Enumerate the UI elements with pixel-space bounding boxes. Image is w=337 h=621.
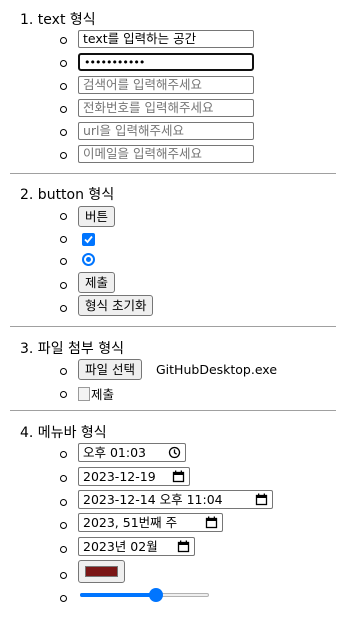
list-bullet <box>60 522 67 529</box>
calendar-icon[interactable] <box>255 493 268 506</box>
list-bullet <box>60 213 67 220</box>
month-value: 2023년 02월 <box>83 539 158 554</box>
password-input[interactable]: ••••••••••• <box>78 53 254 71</box>
list-bullet <box>60 282 67 289</box>
section-title-menu: 4. 메뉴바 형식 <box>20 425 107 441</box>
clock-icon[interactable] <box>168 446 181 459</box>
broken-image-icon <box>78 387 90 401</box>
list-bullet <box>60 236 67 243</box>
url-input[interactable]: url을 입력해주세요 <box>78 122 254 140</box>
image-submit-button[interactable]: 제출 <box>78 384 114 403</box>
list-bullet <box>60 60 67 67</box>
section-title-text: 1. text 형식 <box>20 12 96 28</box>
date-input[interactable]: 2023-12-19 <box>78 467 190 486</box>
tel-input[interactable]: 전화번호를 입력해주세요 <box>78 99 254 117</box>
selected-file-name: GitHubDesktop.exe <box>156 362 278 377</box>
reset-button[interactable]: 형식 초기화 <box>78 295 154 316</box>
datetime-value: 2023-12-14 오후 11:04 <box>83 492 223 507</box>
list-bullet <box>60 129 67 136</box>
datetime-input[interactable]: 2023-12-14 오후 11:04 <box>78 490 273 509</box>
list-bullet <box>60 368 67 375</box>
week-input[interactable]: 2023, 51번째 주 <box>78 513 223 532</box>
list-bullet <box>60 106 67 113</box>
time-input[interactable]: 오후 01:03 <box>78 443 186 462</box>
calendar-icon[interactable] <box>205 516 218 529</box>
radio-dot <box>86 257 91 262</box>
search-input[interactable]: 검색어를 입력해주세요 <box>78 76 254 94</box>
radio-button[interactable] <box>82 253 95 266</box>
list-bullet <box>60 258 67 265</box>
list-bullet <box>60 546 67 553</box>
password-value: ••••••••••• <box>84 56 145 69</box>
choose-file-button[interactable]: 파일 선택 <box>78 359 142 380</box>
list-bullet <box>60 391 67 398</box>
list-bullet <box>60 37 67 44</box>
week-value: 2023, 51번째 주 <box>83 515 178 530</box>
month-input[interactable]: 2023년 02월 <box>78 537 195 556</box>
list-bullet <box>60 305 67 312</box>
slider-thumb[interactable] <box>149 588 163 602</box>
image-alt-text: 제출 <box>91 387 115 402</box>
divider <box>10 410 336 411</box>
slider-fill <box>80 593 156 597</box>
divider <box>10 326 336 327</box>
date-value: 2023-12-19 <box>83 469 156 484</box>
text-input[interactable]: text를 입력하는 공간 <box>78 30 254 48</box>
color-picker[interactable] <box>78 560 125 583</box>
list-bullet <box>60 595 67 602</box>
list-bullet <box>60 499 67 506</box>
submit-button[interactable]: 제출 <box>78 272 116 293</box>
calendar-icon[interactable] <box>172 470 185 483</box>
list-bullet <box>60 152 67 159</box>
time-value: 오후 01:03 <box>83 445 146 460</box>
list-bullet <box>60 451 67 458</box>
list-bullet <box>60 572 67 579</box>
section-title-file: 3. 파일 첨부 형식 <box>20 341 124 357</box>
email-input[interactable]: 이메일을 입력해주세요 <box>78 145 254 163</box>
list-bullet <box>60 83 67 90</box>
generic-button[interactable]: 버튼 <box>78 206 116 227</box>
divider <box>10 173 336 174</box>
list-bullet <box>60 475 67 482</box>
checkmark-icon <box>84 235 93 244</box>
range-slider[interactable] <box>80 587 209 603</box>
section-title-button: 2. button 형식 <box>20 187 115 203</box>
color-swatch <box>85 566 118 577</box>
checkbox[interactable] <box>82 233 95 246</box>
calendar-icon[interactable] <box>177 540 190 553</box>
